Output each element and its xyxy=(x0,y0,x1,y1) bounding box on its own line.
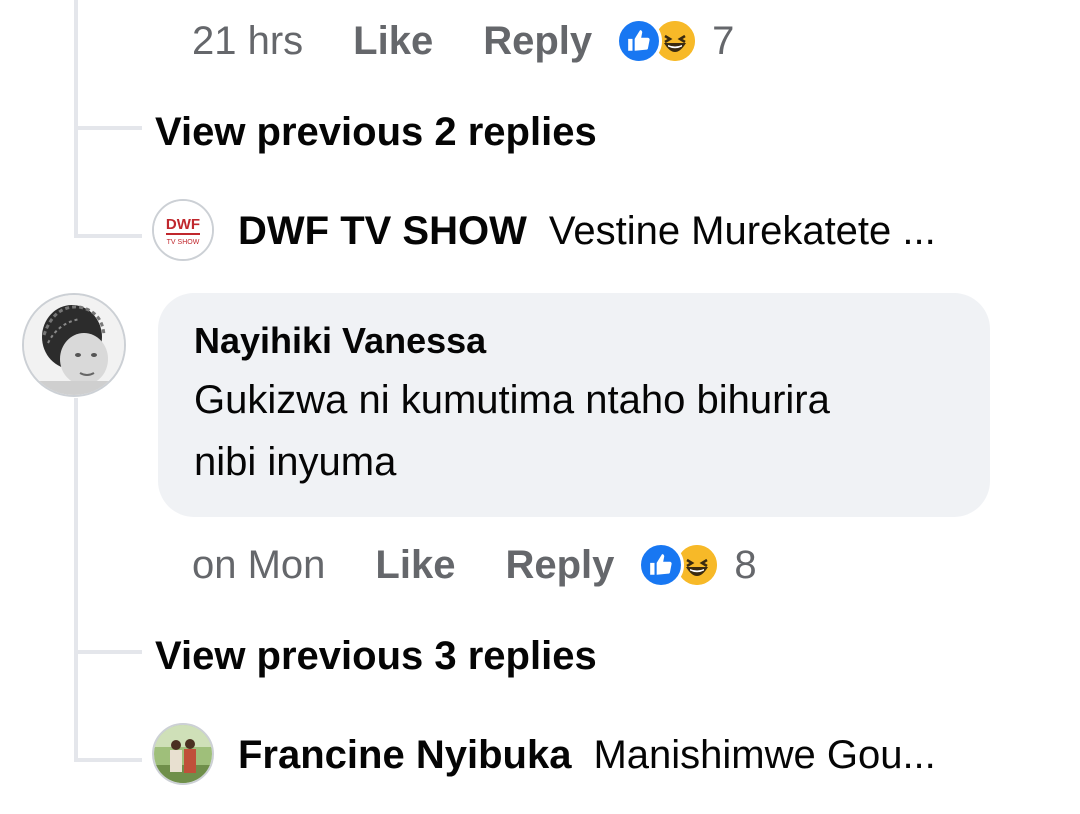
top-comment-actions: 21 hrs Like Reply 7 xyxy=(192,16,734,66)
comment-text-line: nibi inyuma xyxy=(194,440,397,484)
reply-button[interactable]: Reply xyxy=(505,543,614,588)
avatar[interactable] xyxy=(152,723,214,785)
thread-branch-reply-1 xyxy=(74,234,142,238)
thread-line-bottom xyxy=(74,398,78,762)
reaction-count[interactable]: 7 xyxy=(712,19,734,64)
like-icon xyxy=(616,18,663,64)
dwf-logo-text: DWF xyxy=(166,216,200,233)
comment-text-line: Gukizwa ni kumutima ntaho bihurira xyxy=(194,378,830,422)
thread-line-top xyxy=(74,0,78,238)
reply-author[interactable]: Francine Nyibuka xyxy=(238,733,571,777)
comment-timestamp[interactable]: on Mon xyxy=(192,543,325,588)
reaction-summary[interactable] xyxy=(616,18,699,64)
svg-text:TV SHOW: TV SHOW xyxy=(167,239,200,246)
comment-bubble[interactable]: Nayihiki Vanessa Gukizwa ni kumutima nta… xyxy=(158,293,990,517)
reply-preview[interactable]: Francine Nyibuka Manishimwe Gou... xyxy=(238,730,1048,780)
reply-author[interactable]: DWF TV SHOW xyxy=(238,209,527,253)
comment-timestamp[interactable]: 21 hrs xyxy=(192,19,303,64)
comment-text: Gukizwa ni kumutima ntaho bihurira nibi … xyxy=(194,369,954,493)
thread-branch-view-prev-1 xyxy=(74,126,142,130)
thread-branch-reply-2 xyxy=(74,758,142,762)
like-button[interactable]: Like xyxy=(353,19,433,64)
view-previous-replies-button[interactable]: View previous 3 replies xyxy=(155,634,597,679)
avatar[interactable] xyxy=(22,293,126,397)
reply-snippet: Manishimwe Gou... xyxy=(593,733,936,777)
avatar[interactable]: DWF TV SHOW xyxy=(152,199,214,261)
reply-button[interactable]: Reply xyxy=(483,19,592,64)
reaction-count[interactable]: 8 xyxy=(734,543,756,588)
like-icon xyxy=(638,542,685,588)
thread-branch-view-prev-2 xyxy=(74,650,142,654)
view-previous-replies-button[interactable]: View previous 2 replies xyxy=(155,110,597,155)
reply-snippet: Vestine Murekatete ... xyxy=(548,209,936,253)
reply-preview[interactable]: DWF TV SHOW Vestine Murekatete ... xyxy=(238,206,1048,256)
comment-actions: on Mon Like Reply 8 xyxy=(192,540,757,590)
comment-author[interactable]: Nayihiki Vanessa xyxy=(194,319,954,363)
like-button[interactable]: Like xyxy=(375,543,455,588)
reaction-summary[interactable] xyxy=(638,542,721,588)
